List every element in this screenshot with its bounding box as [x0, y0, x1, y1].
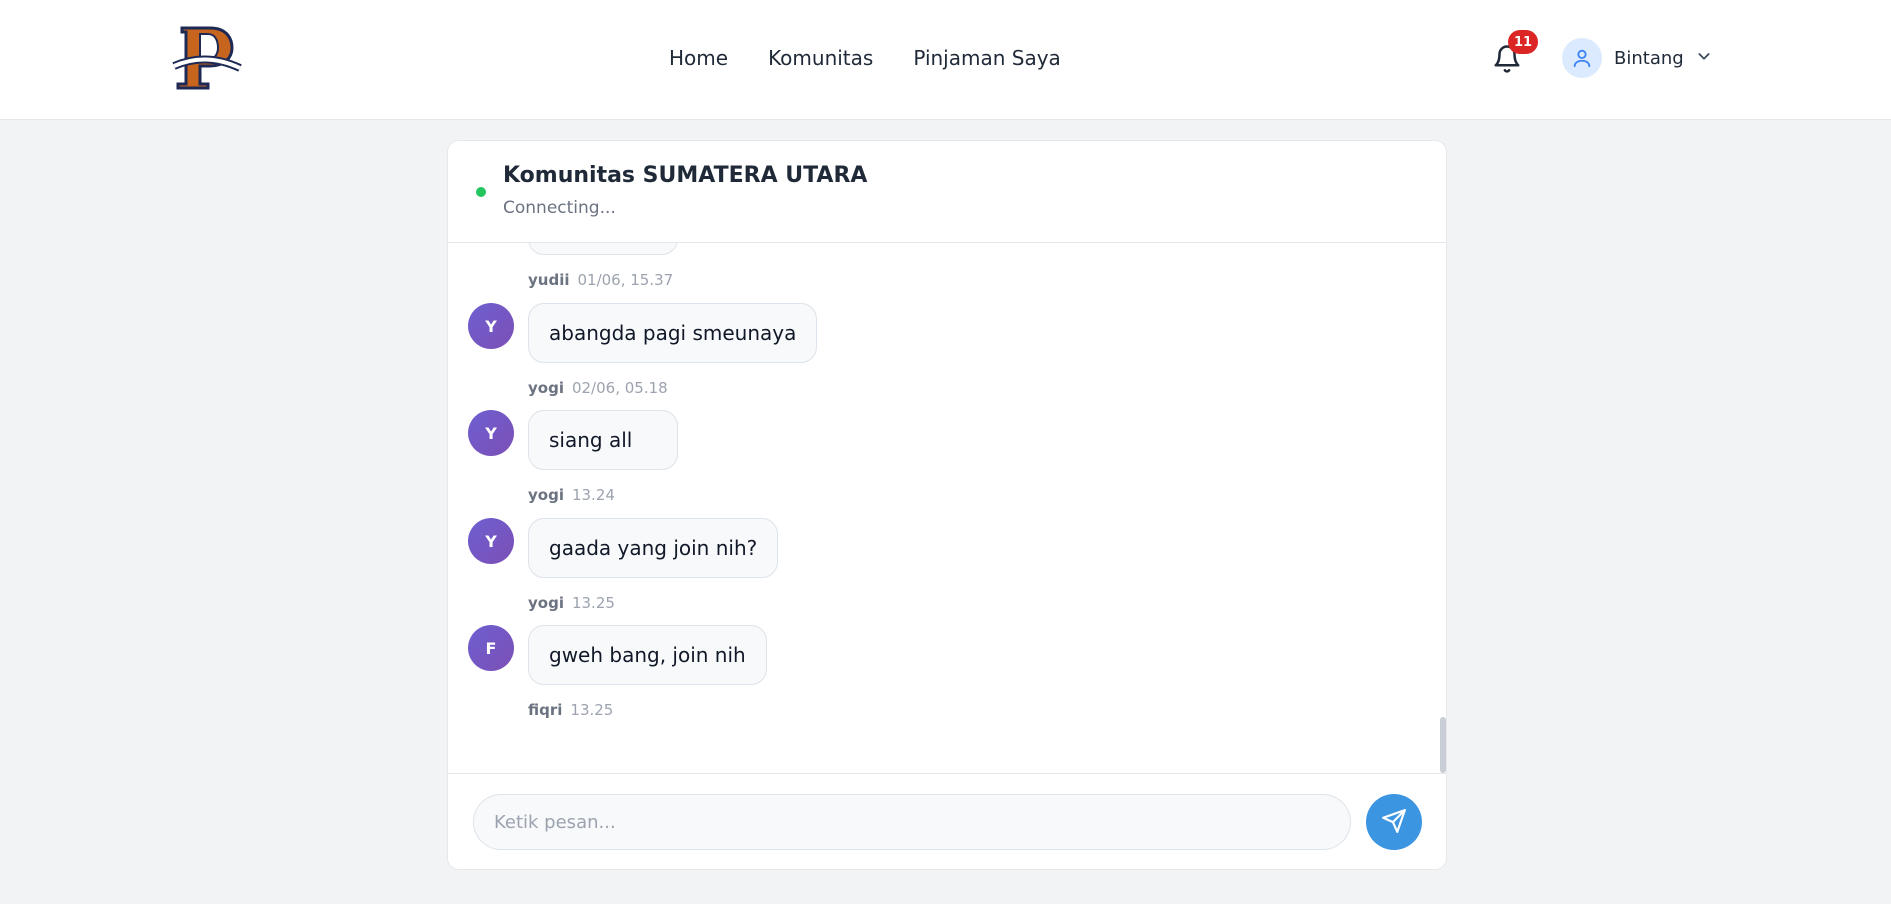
- message-meta: yogi 13.24: [528, 486, 615, 504]
- sender-name: yogi: [528, 594, 564, 612]
- message-bubble: abangda pagi smeunaya: [528, 303, 818, 363]
- message-composer: [448, 773, 1446, 869]
- pinjemin-logo[interactable]: [168, 22, 244, 92]
- sender-name: yogi: [528, 486, 564, 504]
- message-time: 13.24: [571, 486, 615, 504]
- nav-home-link[interactable]: Home: [669, 46, 728, 70]
- send-icon: [1381, 808, 1407, 837]
- notification-count-badge: 11: [1508, 30, 1538, 54]
- message-time: 02/06, 05.18: [571, 379, 668, 397]
- sender-name: yogi: [528, 379, 564, 397]
- top-navbar: Home Komunitas Pinjaman Saya 11 Bintang: [0, 0, 1891, 120]
- user-name: Bintang: [1614, 47, 1684, 69]
- message-meta: yudii 01/06, 15.37: [528, 271, 673, 289]
- message-list-scrollbar[interactable]: [1440, 717, 1446, 773]
- chat-card: Komunitas SUMATERA UTARA Connecting... Y…: [447, 140, 1447, 870]
- message-time: 13.25: [571, 594, 615, 612]
- nav-pinjaman-saya-link[interactable]: Pinjaman Saya: [913, 46, 1060, 70]
- message-meta: yogi 13.25: [528, 594, 615, 612]
- sender-name: fiqri: [528, 701, 563, 719]
- message-input[interactable]: [473, 794, 1351, 850]
- message-meta: fiqri 13.25: [528, 701, 613, 719]
- sender-avatar: Y: [468, 410, 514, 456]
- room-title: Komunitas SUMATERA UTARA: [503, 163, 868, 188]
- message-time: 01/06, 15.37: [577, 271, 674, 289]
- connection-status: Connecting...: [503, 198, 616, 218]
- message-bubble: eyo: [528, 243, 678, 255]
- nav-komunitas-link[interactable]: Komunitas: [768, 46, 873, 70]
- message-time: 13.25: [570, 701, 614, 719]
- online-status-dot: [476, 187, 486, 197]
- message-bubble: siang all: [528, 410, 678, 470]
- message-bubble: gweh bang, join nih: [528, 625, 767, 685]
- main-nav: Home Komunitas Pinjaman Saya: [669, 46, 1061, 70]
- sender-name: yudii: [528, 271, 570, 289]
- chevron-down-icon: [1696, 48, 1712, 68]
- send-button[interactable]: [1366, 794, 1422, 850]
- sender-avatar: Y: [468, 518, 514, 564]
- chat-header: Komunitas SUMATERA UTARA Connecting...: [448, 141, 1446, 243]
- sender-avatar: Y: [468, 303, 514, 349]
- user-avatar-icon: [1562, 38, 1602, 78]
- user-menu[interactable]: Bintang: [1562, 38, 1712, 78]
- sender-avatar: F: [468, 625, 514, 671]
- message-bubble: gaada yang join nih?: [528, 518, 779, 578]
- message-meta: yogi 02/06, 05.18: [528, 379, 668, 397]
